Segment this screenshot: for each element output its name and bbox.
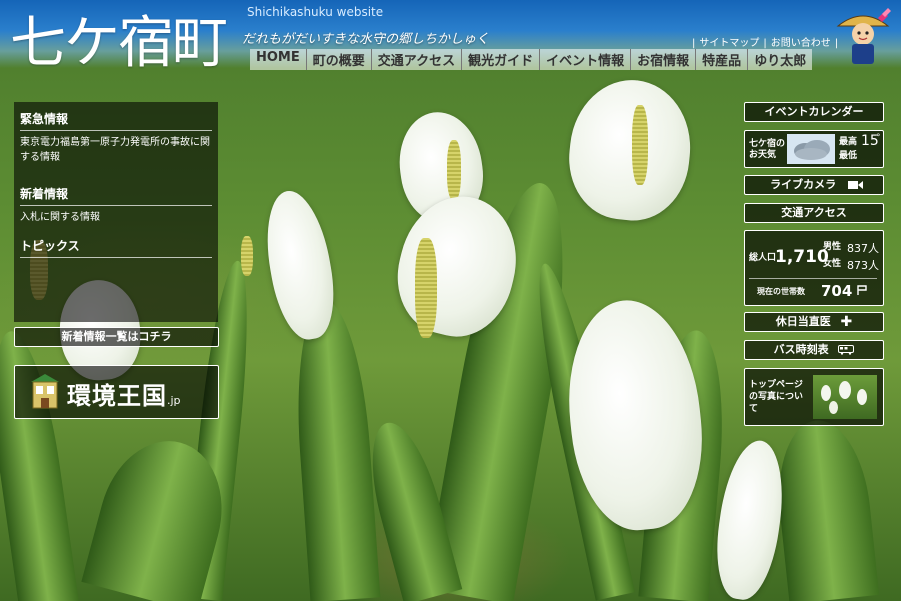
nav-events[interactable]: イベント情報 — [539, 49, 631, 70]
utility-links: | サイトマップ | お問い合わせ | — [692, 38, 839, 49]
households-label: 現在の世帯数 — [757, 287, 805, 296]
population-total: 1,710 — [775, 247, 829, 267]
castle-icon — [31, 374, 59, 409]
flag-icon — [857, 285, 867, 295]
top-photo-info[interactable]: トップページの写真について — [744, 368, 884, 426]
holiday-doctor-button[interactable]: 休日当直医 ✚ — [744, 312, 884, 332]
event-calendar-button[interactable]: イベントカレンダー — [744, 102, 884, 122]
kankyo-oukoku-banner[interactable]: 環境王国.jp — [14, 365, 219, 419]
video-camera-icon — [847, 181, 863, 189]
bus-timetable-button[interactable]: バス時刻表 — [744, 340, 884, 360]
weather-unit: ° — [876, 133, 881, 143]
site-logo[interactable]: 七ケ宿町 — [10, 0, 228, 79]
main-nav: HOME 町の概要 交通アクセス 観光ガイド イベント情報 お宿情報 特産品 ゆ… — [250, 49, 813, 70]
nav-access[interactable]: 交通アクセス — [370, 49, 462, 70]
medical-cross-icon: ✚ — [840, 314, 853, 330]
nav-products[interactable]: 特産品 — [695, 49, 748, 70]
mascot-icon — [836, 8, 891, 64]
nav-yuritaro[interactable]: ゆり太郎 — [747, 49, 813, 70]
top-photo-text: トップページの写真について — [749, 380, 804, 414]
holiday-doctor-label: 休日当直医 — [775, 315, 831, 328]
emergency-link[interactable]: 東京電力福島第一原子力発電所の事故に関する情報 — [20, 135, 212, 165]
contact-link[interactable]: お問い合わせ — [769, 38, 833, 49]
nav-home[interactable]: HOME — [250, 49, 306, 70]
top-photo-thumbnail — [813, 375, 877, 419]
male-count: 837人 — [847, 242, 879, 255]
female-count: 873人 — [847, 259, 879, 272]
weather-low-label: 最低 — [839, 151, 858, 161]
site-tagline: だれもがだいすきな水守の郷しちかしゅく — [242, 32, 490, 47]
news-panel: 緊急情報 東京電力福島第一原子力発電所の事故に関する情報 新着情報 入札に関する… — [14, 102, 218, 322]
households-count: 704 — [821, 282, 853, 300]
sitemap-link[interactable]: サイトマップ — [697, 38, 761, 49]
nav-tourism[interactable]: 観光ガイド — [461, 49, 540, 70]
weather-high-label: 最高 — [839, 137, 858, 147]
topics-title: トピックス — [20, 235, 212, 258]
cloudy-weather-icon — [787, 134, 835, 164]
nav-town-overview[interactable]: 町の概要 — [305, 49, 371, 70]
live-camera-button[interactable]: ライブカメラ — [744, 175, 884, 195]
weather-widget[interactable]: 七ケ宿の お天気 最高 最低 15 ° — [744, 130, 884, 168]
population-label: 総人口 — [749, 253, 777, 263]
news-link[interactable]: 入札に関する情報 — [20, 210, 212, 225]
emergency-title: 緊急情報 — [20, 108, 212, 131]
site-header: 七ケ宿町 Shichikashuku website だれもがだいすきな水守の郷… — [0, 0, 901, 76]
male-label: 男性 — [823, 242, 842, 252]
bus-timetable-label: バス時刻表 — [773, 343, 829, 356]
female-label: 女性 — [823, 259, 842, 269]
news-title: 新着情報 — [20, 183, 212, 206]
bus-icon — [838, 345, 855, 355]
site-name-en: Shichikashuku website — [247, 5, 384, 19]
banner-suffix: .jp — [167, 394, 181, 407]
population-widget: 総人口 1,710 男性 837人 女性 873人 現在の世帯数 704 — [744, 230, 884, 306]
banner-title: 環境王国 — [67, 382, 167, 410]
nav-lodging[interactable]: お宿情報 — [630, 49, 696, 70]
news-list-button[interactable]: 新着情報一覧はコチラ — [14, 327, 219, 347]
weather-label: 七ケ宿の お天気 — [749, 139, 786, 160]
live-camera-label: ライブカメラ — [770, 178, 837, 191]
traffic-access-button[interactable]: 交通アクセス — [744, 203, 884, 223]
